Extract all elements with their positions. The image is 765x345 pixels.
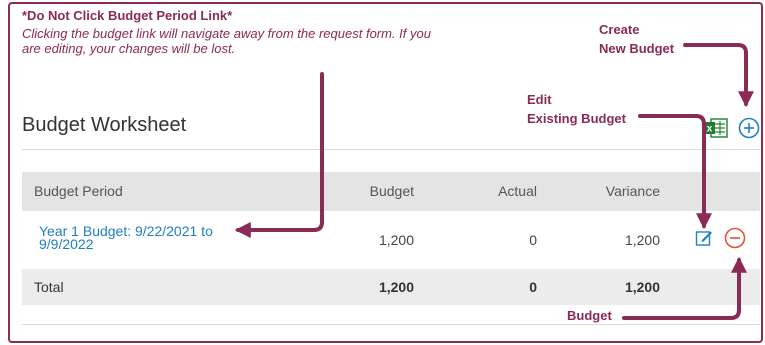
header-budget-period: Budget Period [34,183,123,199]
row-variance: 1,200 [624,232,660,248]
add-circle-icon[interactable] [738,117,760,139]
header-budget: Budget [369,183,414,199]
annotation-create-label: Create New Budget [599,22,675,56]
budget-table: Budget Period Budget Actual Variance Yea… [22,172,760,305]
annotation-create: Create New Budget [599,20,674,58]
excel-icon[interactable]: x [703,117,729,139]
total-actual: 0 [529,279,537,295]
remove-circle-icon[interactable] [724,227,746,249]
svg-text:x: x [707,124,713,135]
page-title: Budget Worksheet [22,114,187,136]
table-row: Year 1 Budget: 9/22/2021 to 9/9/2022 1,2… [22,211,760,269]
total-label: Total [34,279,64,295]
title-divider [22,149,760,150]
total-row: Total 1,200 0 1,200 [22,269,760,305]
annotation-edit: Edit Existing Budget [527,90,626,128]
total-variance: 1,200 [624,279,660,295]
warning-text: Clicking the budget link will navigate a… [22,26,431,56]
annotation-edit-label: Edit Existing Budget [527,92,626,126]
total-budget: 1,200 [378,279,414,295]
table-header: Budget Period Budget Actual Variance [22,172,760,211]
row-actual: 0 [529,232,537,248]
edit-icon[interactable] [695,229,713,247]
row-budget: 1,200 [378,232,414,248]
budget-period-link[interactable]: Year 1 Budget: 9/22/2021 to 9/9/2022 [39,224,249,251]
table-bottom-divider [22,324,760,325]
header-actual: Actual [498,183,537,199]
warning-title: *Do Not Click Budget Period Link* [22,8,233,23]
header-variance: Variance [605,183,660,199]
